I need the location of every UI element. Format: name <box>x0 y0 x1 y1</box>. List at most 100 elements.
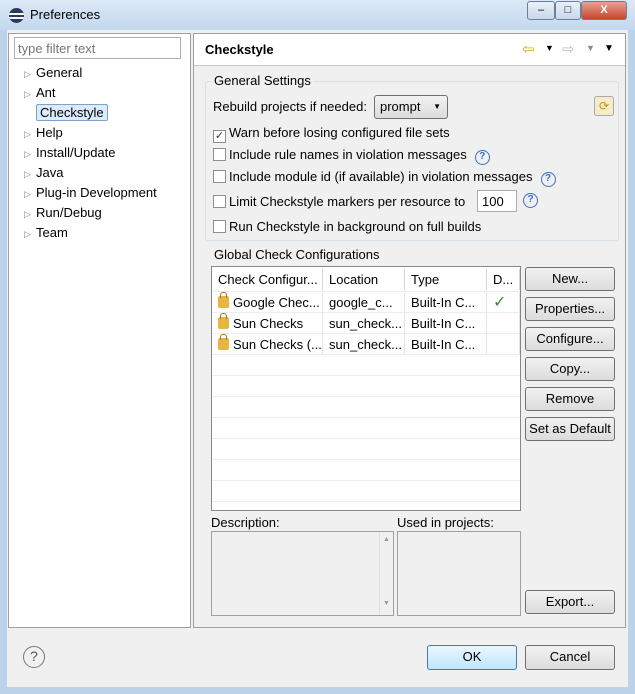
export-button[interactable]: Export... <box>525 590 615 614</box>
help-icon[interactable]: ? <box>523 193 538 208</box>
limit-checkbox[interactable]: Limit Checkstyle markers per resource to <box>213 194 465 209</box>
ok-button[interactable]: OK <box>427 645 517 670</box>
description-box[interactable]: ▲ ▼ <box>211 531 394 616</box>
table-cell: Built-In C... <box>405 292 487 313</box>
table-row[interactable]: Sun Checks (... sun_check... Built-In C... <box>212 334 520 355</box>
expand-arrow-icon[interactable]: ▷ <box>24 84 36 104</box>
config-table[interactable]: Check Configur... Location Type D... Google … <box>211 266 521 511</box>
forward-menu-chevron-icon[interactable]: ▼ <box>586 43 595 53</box>
filter-input[interactable] <box>14 37 181 59</box>
back-arrow-icon[interactable]: ⇦ <box>522 40 535 58</box>
limit-input[interactable] <box>477 190 517 212</box>
rebuild-value: prompt <box>380 99 421 114</box>
help-button[interactable]: ? <box>23 646 45 668</box>
help-icon[interactable]: ? <box>474 150 490 165</box>
general-settings-label: General Settings <box>212 73 313 88</box>
lock-icon <box>218 313 229 329</box>
tree-item-general[interactable]: ▷ General <box>24 63 82 83</box>
rule-names-checkbox[interactable]: Include rule names in violation messages… <box>213 147 490 165</box>
tree-item-ant[interactable]: ▷ Ant <box>24 83 56 103</box>
table-cell: Sun Checks <box>212 313 323 334</box>
checkbox-icon: ✓ <box>213 130 226 143</box>
column-header[interactable]: D... <box>487 269 520 290</box>
back-menu-chevron-icon[interactable]: ▼ <box>545 43 554 53</box>
warn-label: Warn before losing configured file sets <box>229 125 450 140</box>
row-divider <box>212 417 520 418</box>
tree-item-label: General <box>36 65 83 80</box>
tree-item-label: Java <box>36 165 64 180</box>
lock-icon <box>218 292 229 308</box>
view-menu-icon[interactable]: ▼ <box>604 43 614 54</box>
tree-item-label: Run/Debug <box>36 205 102 220</box>
tree-item-plug-in-development[interactable]: ▷ Plug-in Development <box>24 183 157 203</box>
tree-item-label: Install/Update <box>36 145 116 160</box>
warn-checkbox[interactable]: ✓ Warn before losing configured file sets <box>213 125 450 143</box>
tree-item-team[interactable]: ▷ Team <box>24 223 68 243</box>
window-title: Preferences <box>30 7 101 22</box>
module-id-checkbox[interactable]: Include module id (if available) in viol… <box>213 169 556 187</box>
remove-button[interactable]: Remove <box>525 387 615 411</box>
help-icon[interactable]: ? <box>540 172 556 187</box>
background-label: Run Checkstyle in background on full bui… <box>229 219 482 234</box>
rebuild-label: Rebuild projects if needed: <box>213 99 367 114</box>
column-header[interactable]: Check Configur... <box>212 269 323 290</box>
table-cell: ✓ <box>487 292 520 313</box>
row-divider <box>212 396 520 397</box>
row-divider <box>212 375 520 376</box>
table-cell: sun_check... <box>323 334 405 355</box>
tree-item-java[interactable]: ▷ Java <box>24 163 63 183</box>
background-checkbox[interactable]: Run Checkstyle in background on full bui… <box>213 219 481 234</box>
expand-arrow-icon[interactable]: ▷ <box>24 124 36 144</box>
tree-item-help[interactable]: ▷ Help <box>24 123 63 143</box>
tree-item-label: Team <box>36 225 68 240</box>
tree-item-run-debug[interactable]: ▷ Run/Debug <box>24 203 102 223</box>
maximize-button[interactable]: □ <box>555 1 581 20</box>
tree-item-label: Checkstyle <box>36 104 108 121</box>
checkbox-icon <box>213 148 226 161</box>
row-divider <box>212 459 520 460</box>
close-button[interactable]: X <box>581 1 627 20</box>
scrollbar[interactable]: ▲ ▼ <box>379 532 393 615</box>
copy-button[interactable]: Copy... <box>525 357 615 381</box>
cell-text: Sun Checks <box>233 316 304 331</box>
used-in-projects-box[interactable] <box>397 531 521 616</box>
table-row[interactable]: Sun Checks sun_check... Built-In C... <box>212 313 520 334</box>
tree-item-label: Help <box>36 125 63 140</box>
table-cell <box>487 334 520 355</box>
row-divider <box>212 438 520 439</box>
expand-arrow-icon[interactable]: ▷ <box>24 64 36 84</box>
table-cell <box>487 313 520 334</box>
minimize-button[interactable]: – <box>527 1 555 20</box>
rebuild-select[interactable]: prompt ▼ <box>374 95 448 119</box>
expand-arrow-icon[interactable]: ▷ <box>24 184 36 204</box>
cell-text: Built-In C... <box>411 337 476 352</box>
row-divider <box>212 480 520 481</box>
forward-arrow-icon[interactable]: ⇨ <box>562 40 575 58</box>
row-divider <box>212 501 520 502</box>
configure-button[interactable]: Configure... <box>525 327 615 351</box>
table-cell: Built-In C... <box>405 334 487 355</box>
table-row[interactable]: Google Chec... google_c... Built-In C... ✓ <box>212 292 520 313</box>
column-header[interactable]: Location <box>323 269 405 290</box>
limit-label: Limit Checkstyle markers per resource to <box>229 194 466 209</box>
tree-item-install-update[interactable]: ▷ Install/Update <box>24 143 116 163</box>
cancel-button[interactable]: Cancel <box>525 645 615 670</box>
tree-item-checkstyle[interactable]: Checkstyle <box>24 103 108 123</box>
refresh-icon[interactable]: ⟳ <box>594 96 614 116</box>
checkbox-icon <box>213 170 226 183</box>
expand-arrow-icon[interactable]: ▷ <box>24 164 36 184</box>
set-default-button[interactable]: Set as Default <box>525 417 615 441</box>
expand-arrow-icon[interactable]: ▷ <box>24 144 36 164</box>
expand-arrow-icon[interactable]: ▷ <box>24 224 36 244</box>
cell-text: google_c... <box>329 295 393 310</box>
rule-names-label: Include rule names in violation messages <box>229 147 467 162</box>
eclipse-icon <box>9 8 24 23</box>
column-header[interactable]: Type <box>405 269 487 290</box>
lock-icon <box>218 334 229 350</box>
checkbox-icon <box>213 220 226 233</box>
cell-text: sun_check... <box>329 337 402 352</box>
properties-button[interactable]: Properties... <box>525 297 615 321</box>
tree-item-label: Ant <box>36 85 56 100</box>
new-button[interactable]: New... <box>525 267 615 291</box>
expand-arrow-icon[interactable]: ▷ <box>24 204 36 224</box>
